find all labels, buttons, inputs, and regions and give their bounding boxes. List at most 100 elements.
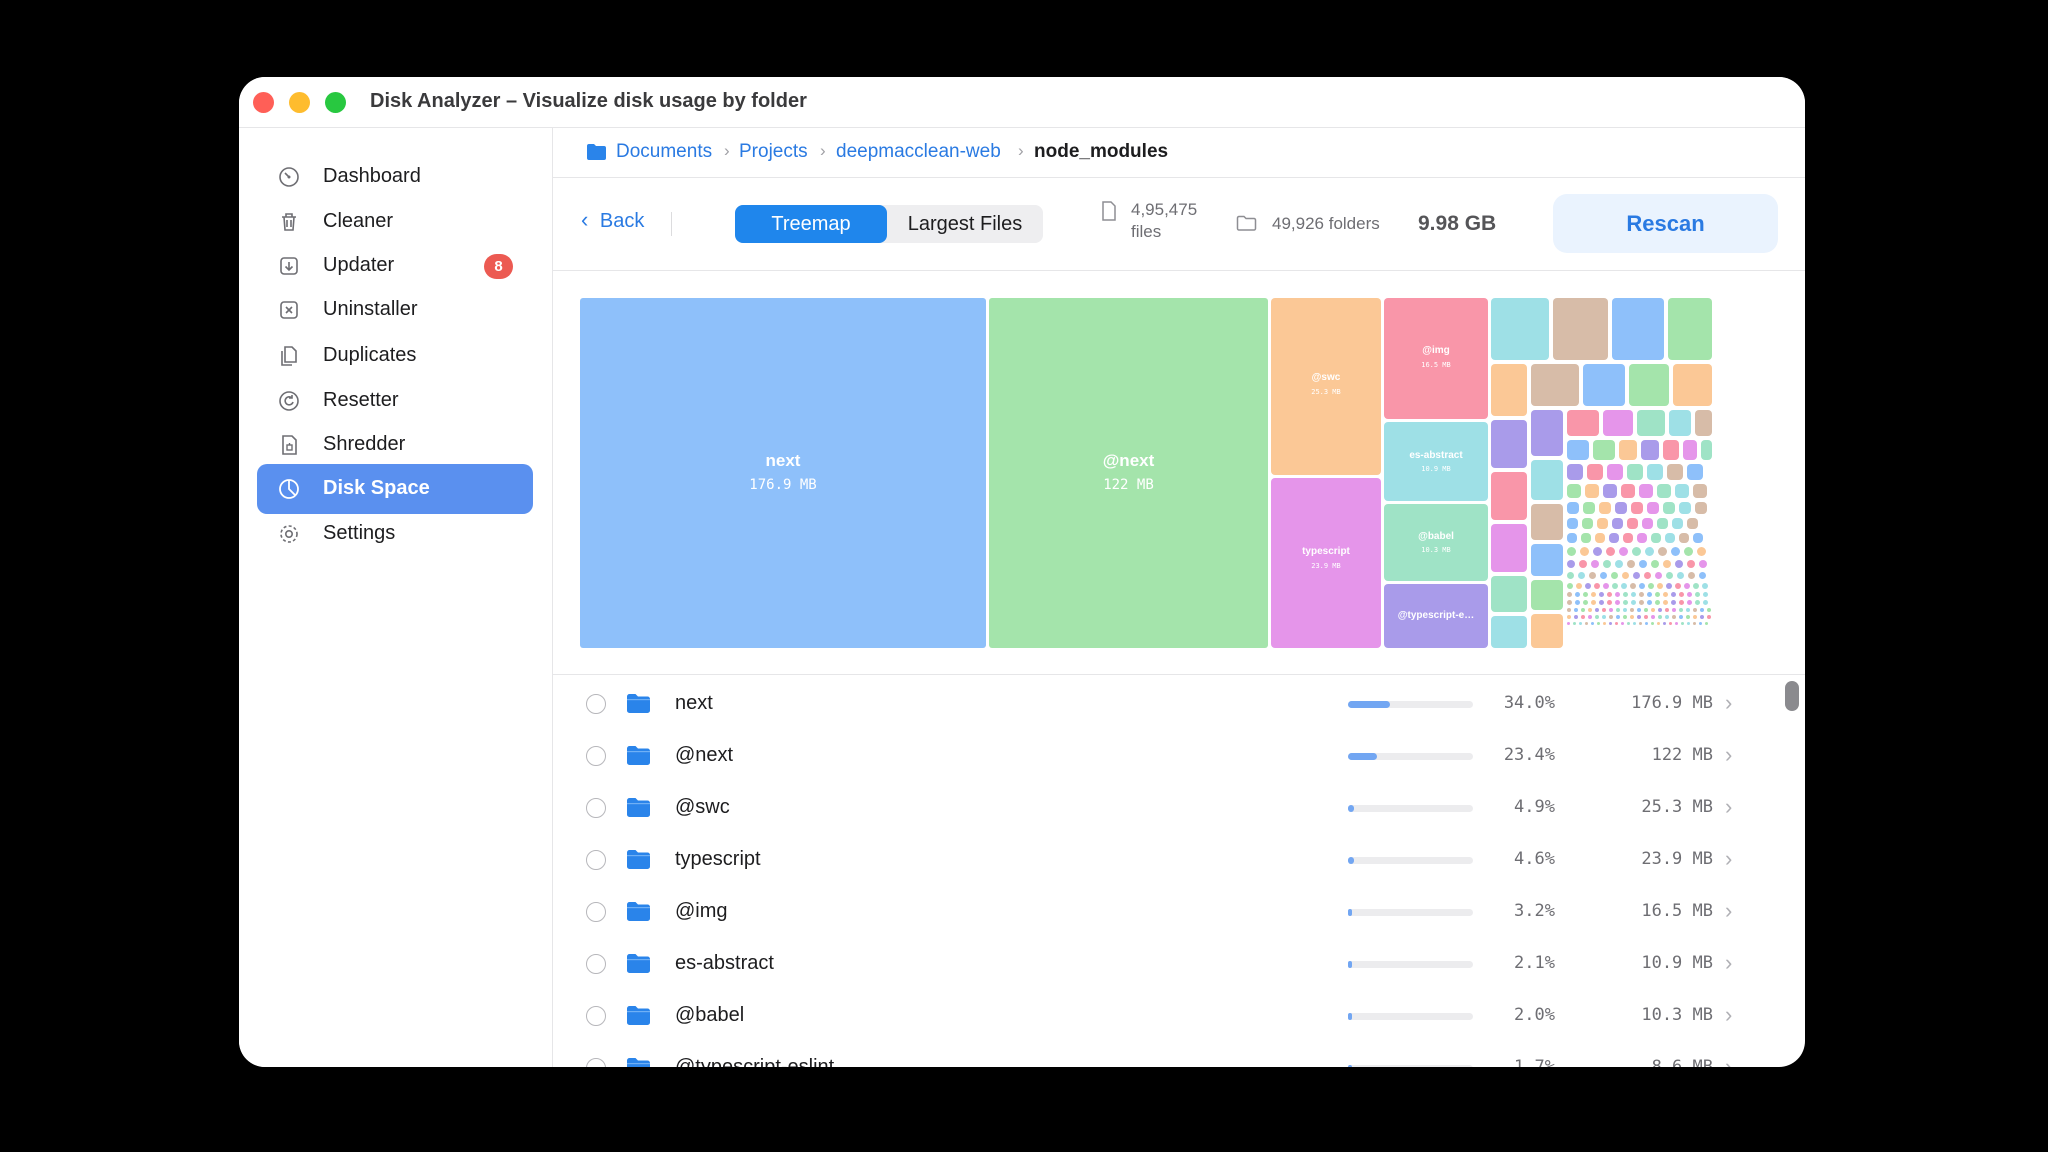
treemap-tile[interactable] (1623, 608, 1627, 612)
treemap-tile[interactable] (1695, 410, 1712, 436)
select-checkbox[interactable] (586, 850, 606, 870)
treemap-tile[interactable] (1699, 560, 1707, 568)
treemap-tile[interactable] (1616, 608, 1620, 612)
sidebar-item-uninstaller[interactable]: Uninstaller (257, 285, 533, 335)
treemap-tile[interactable] (1647, 592, 1652, 597)
treemap-tile[interactable] (1686, 608, 1690, 612)
treemap-tile[interactable] (1681, 622, 1684, 625)
tab-largest-files[interactable]: Largest Files (887, 205, 1043, 243)
treemap-tile-swc[interactable]: @swc 25.3 MB (1271, 298, 1381, 475)
treemap-tile[interactable] (1658, 547, 1667, 556)
treemap-tile[interactable] (1644, 615, 1648, 619)
treemap-tile[interactable] (1567, 440, 1589, 460)
treemap-tile[interactable] (1687, 518, 1698, 529)
list-item[interactable]: @swc 4.9% 25.3 MB › (553, 783, 1783, 835)
treemap-tile[interactable] (1609, 615, 1613, 619)
treemap-tile[interactable] (1645, 622, 1648, 625)
treemap-tile[interactable] (1687, 622, 1690, 625)
treemap-tile[interactable] (1637, 410, 1665, 436)
treemap-tile[interactable] (1707, 608, 1711, 612)
treemap-tile[interactable] (1665, 615, 1669, 619)
treemap-tile[interactable] (1615, 622, 1618, 625)
treemap-tile[interactable] (1602, 615, 1606, 619)
treemap-tile[interactable] (1567, 410, 1599, 436)
sidebar-item-settings[interactable]: Settings (257, 509, 533, 559)
treemap-tile[interactable] (1657, 622, 1660, 625)
select-checkbox[interactable] (586, 746, 606, 766)
treemap-tile[interactable] (1575, 600, 1580, 605)
treemap-tile[interactable] (1672, 518, 1683, 529)
treemap-tile[interactable] (1693, 608, 1697, 612)
treemap-tile[interactable] (1687, 560, 1695, 568)
treemap-tile[interactable] (1647, 464, 1663, 480)
treemap-tile[interactable] (1593, 547, 1602, 556)
treemap-tile[interactable] (1603, 583, 1609, 589)
treemap-tile[interactable] (1623, 592, 1628, 597)
treemap-tile[interactable] (1603, 622, 1606, 625)
treemap-tile[interactable] (1679, 533, 1689, 543)
treemap-tile[interactable] (1581, 615, 1585, 619)
treemap-tile[interactable] (1578, 572, 1585, 579)
treemap-tile[interactable] (1627, 560, 1635, 568)
treemap-tile[interactable] (1679, 502, 1691, 514)
breadcrumb-projects[interactable]: Projects (739, 141, 808, 163)
treemap-tile[interactable] (1707, 615, 1711, 619)
treemap-tile[interactable] (1612, 518, 1623, 529)
list-item[interactable]: @typescript-eslint 1.7% 8.6 MB › (553, 1043, 1783, 1067)
select-checkbox[interactable] (586, 694, 606, 714)
treemap-tile[interactable] (1630, 615, 1634, 619)
list-item[interactable]: @img 3.2% 16.5 MB › (553, 887, 1783, 939)
treemap-tile[interactable] (1645, 547, 1654, 556)
treemap-tile[interactable] (1491, 298, 1549, 360)
treemap-tile[interactable] (1695, 592, 1700, 597)
treemap-tile[interactable] (1693, 622, 1696, 625)
treemap-tile[interactable] (1567, 592, 1572, 597)
treemap-tile[interactable] (1695, 600, 1700, 605)
chevron-right-icon[interactable]: › (1725, 794, 1732, 820)
treemap-tile[interactable] (1644, 572, 1651, 579)
treemap-tile[interactable] (1663, 622, 1666, 625)
treemap-tile[interactable] (1609, 533, 1619, 543)
treemap-tile[interactable] (1491, 420, 1527, 468)
treemap-tile[interactable] (1615, 560, 1623, 568)
list-item[interactable]: @babel 2.0% 10.3 MB › (553, 991, 1783, 1043)
treemap-tile[interactable] (1531, 364, 1579, 406)
treemap-tile[interactable] (1591, 560, 1599, 568)
treemap-tile[interactable] (1657, 484, 1671, 498)
treemap-tile[interactable] (1612, 298, 1664, 360)
treemap-tile[interactable] (1491, 364, 1527, 416)
treemap-tile[interactable] (1697, 547, 1706, 556)
treemap-tile[interactable] (1702, 583, 1708, 589)
chevron-right-icon[interactable]: › (1725, 1002, 1732, 1028)
treemap-tile[interactable] (1684, 547, 1693, 556)
treemap-tile[interactable] (1594, 583, 1600, 589)
treemap-tile[interactable] (1673, 364, 1712, 406)
treemap-tile[interactable] (1642, 518, 1653, 529)
sidebar-item-duplicates[interactable]: Duplicates (257, 331, 533, 381)
treemap-tile[interactable] (1567, 572, 1574, 579)
treemap-tile[interactable] (1531, 460, 1563, 500)
treemap-tile[interactable] (1574, 608, 1578, 612)
treemap-tile[interactable] (1667, 464, 1683, 480)
treemap-tile[interactable] (1607, 600, 1612, 605)
treemap-tile[interactable] (1687, 464, 1703, 480)
treemap-tile[interactable] (1647, 600, 1652, 605)
treemap-tile[interactable] (1655, 600, 1660, 605)
treemap-tile[interactable] (1675, 560, 1683, 568)
zoom-window-button[interactable] (325, 92, 346, 113)
treemap-tile[interactable] (1611, 572, 1618, 579)
treemap-tile[interactable] (1647, 502, 1659, 514)
chevron-right-icon[interactable]: › (1725, 846, 1732, 872)
treemap-tile[interactable] (1651, 615, 1655, 619)
treemap-tile[interactable] (1567, 464, 1583, 480)
treemap-tile[interactable] (1609, 622, 1612, 625)
breadcrumb-deepmacclean-web[interactable]: deepmacclean-web (836, 141, 1001, 163)
treemap-tile[interactable] (1623, 615, 1627, 619)
treemap-tile[interactable] (1663, 560, 1671, 568)
treemap-tile[interactable] (1639, 592, 1644, 597)
treemap-tile[interactable] (1583, 600, 1588, 605)
treemap-tile[interactable] (1632, 547, 1641, 556)
treemap-tile[interactable] (1671, 592, 1676, 597)
treemap-tile[interactable] (1665, 533, 1675, 543)
treemap-tile[interactable] (1630, 608, 1634, 612)
